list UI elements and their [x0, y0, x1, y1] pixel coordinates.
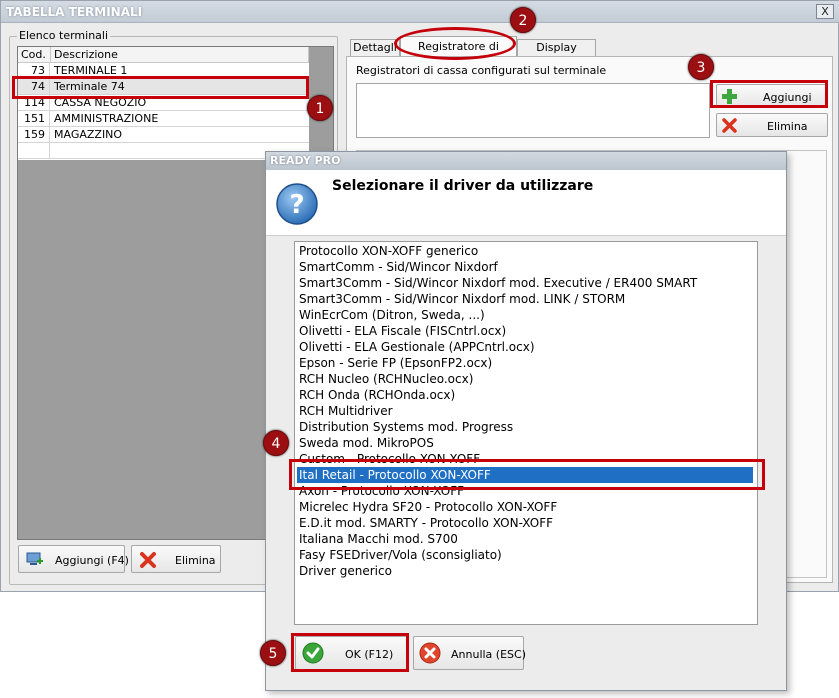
- list-item[interactable]: Epson - Serie FP (EpsonFP2.ocx): [299, 355, 492, 371]
- row-code: 159: [18, 127, 50, 143]
- annotation-badge-2: 2: [510, 7, 536, 33]
- column-header-code[interactable]: Cod.: [18, 47, 51, 63]
- tab-dettagli[interactable]: Dettagli: [350, 39, 400, 57]
- highlight-add-button: [710, 80, 828, 108]
- terminal-grid-body: Cod. Descrizione 73 TERMINALE 1 74 Termi…: [18, 47, 309, 160]
- delete-terminal-label: Elimina: [175, 554, 216, 567]
- terminal-list-group-label: Elenco terminali: [17, 29, 111, 42]
- delete-x-icon: [140, 552, 156, 568]
- table-row[interactable]: 151 AMMINISTRAZIONE: [18, 111, 309, 127]
- cancel-button[interactable]: Annulla (ESC): [413, 636, 526, 670]
- list-item[interactable]: WinEcrCom (Ditron, Sweda, ...): [299, 307, 485, 323]
- row-description: MAGAZZINO: [54, 128, 123, 141]
- tab-display-cliente[interactable]: Display cliente: [517, 39, 596, 70]
- list-item[interactable]: Smart3Comm - Sid/Wincor Nixdorf mod. Exe…: [299, 275, 697, 291]
- dialog-titlebar[interactable]: READY PRO: [266, 152, 786, 170]
- highlight-selected-driver: [289, 459, 765, 490]
- register-list-label: Registratori di cassa configurati sul te…: [356, 64, 607, 77]
- list-item[interactable]: SmartComm - Sid/Wincor Nixdorf: [299, 259, 498, 275]
- register-list[interactable]: [356, 83, 710, 138]
- cancel-label: Annulla (ESC): [451, 648, 526, 661]
- svg-text:?: ?: [289, 190, 304, 220]
- dialog-heading: Selezionare il driver da utilizzare: [332, 178, 594, 194]
- driver-list[interactable]: Protocollo XON-XOFF generico SmartComm -…: [294, 241, 758, 625]
- window-title: TABELLA TERMINALI: [6, 5, 143, 19]
- list-item[interactable]: Italiana Macchi mod. S700: [299, 531, 458, 547]
- list-item[interactable]: Driver generico: [299, 563, 392, 579]
- row-description: AMMINISTRAZIONE: [54, 112, 159, 125]
- highlight-tab-circle: [394, 27, 516, 60]
- highlight-ok-button: [291, 633, 409, 672]
- add-terminal-icon: [26, 552, 43, 565]
- delete-register-label: Elimina: [767, 120, 808, 133]
- annotation-badge-4: 4: [263, 430, 289, 456]
- window-titlebar[interactable]: TABELLA TERMINALI X: [1, 1, 839, 23]
- question-icon: ?: [276, 183, 318, 225]
- list-item[interactable]: RCH Multidriver: [299, 403, 393, 419]
- delete-x-icon: [722, 118, 737, 133]
- row-code: 151: [18, 111, 50, 127]
- annotation-badge-3: 3: [688, 54, 714, 80]
- list-item[interactable]: Micrelec Hydra SF20 - Protocollo XON-XOF…: [299, 499, 557, 515]
- list-item[interactable]: Fasy FSEDriver/Vola (sconsigliato): [299, 547, 502, 563]
- list-item[interactable]: Protocollo XON-XOFF generico: [299, 243, 478, 259]
- dialog-title: READY PRO: [270, 154, 341, 167]
- add-terminal-label: Aggiungi (F4): [55, 554, 129, 567]
- delete-terminal-button[interactable]: Elimina: [131, 545, 221, 573]
- add-terminal-button[interactable]: Aggiungi (F4): [18, 545, 129, 573]
- select-driver-dialog: READY PRO ? Selezionare il driver da uti…: [265, 151, 787, 691]
- list-item[interactable]: Olivetti - ELA Fiscale (FISCntrl.ocx): [299, 323, 506, 339]
- column-header-description[interactable]: Descrizione: [51, 47, 309, 63]
- highlight-terminal-74: [12, 76, 309, 99]
- row-code: [18, 143, 50, 159]
- close-button[interactable]: X: [816, 4, 834, 19]
- list-item[interactable]: RCH Onda (RCHOnda.ocx): [299, 387, 455, 403]
- list-item[interactable]: Distribution Systems mod. Progress: [299, 419, 513, 435]
- table-row[interactable]: 159 MAGAZZINO: [18, 127, 309, 143]
- dialog-header: ? Selezionare il driver da utilizzare: [266, 170, 786, 236]
- annotation-badge-1: 1: [307, 95, 333, 121]
- list-item[interactable]: E.D.it mod. SMARTY - Protocollo XON-XOFF: [299, 515, 553, 531]
- delete-register-button[interactable]: Elimina: [716, 113, 828, 137]
- annotation-badge-5: 5: [260, 640, 286, 666]
- list-item[interactable]: RCH Nucleo (RCHNucleo.ocx): [299, 371, 473, 387]
- list-item[interactable]: Sweda mod. MikroPOS: [299, 435, 434, 451]
- cancel-icon: [419, 642, 441, 664]
- list-item[interactable]: Olivetti - ELA Gestionale (APPCntrl.ocx): [299, 339, 535, 355]
- list-item[interactable]: Smart3Comm - Sid/Wincor Nixdorf mod. LIN…: [299, 291, 625, 307]
